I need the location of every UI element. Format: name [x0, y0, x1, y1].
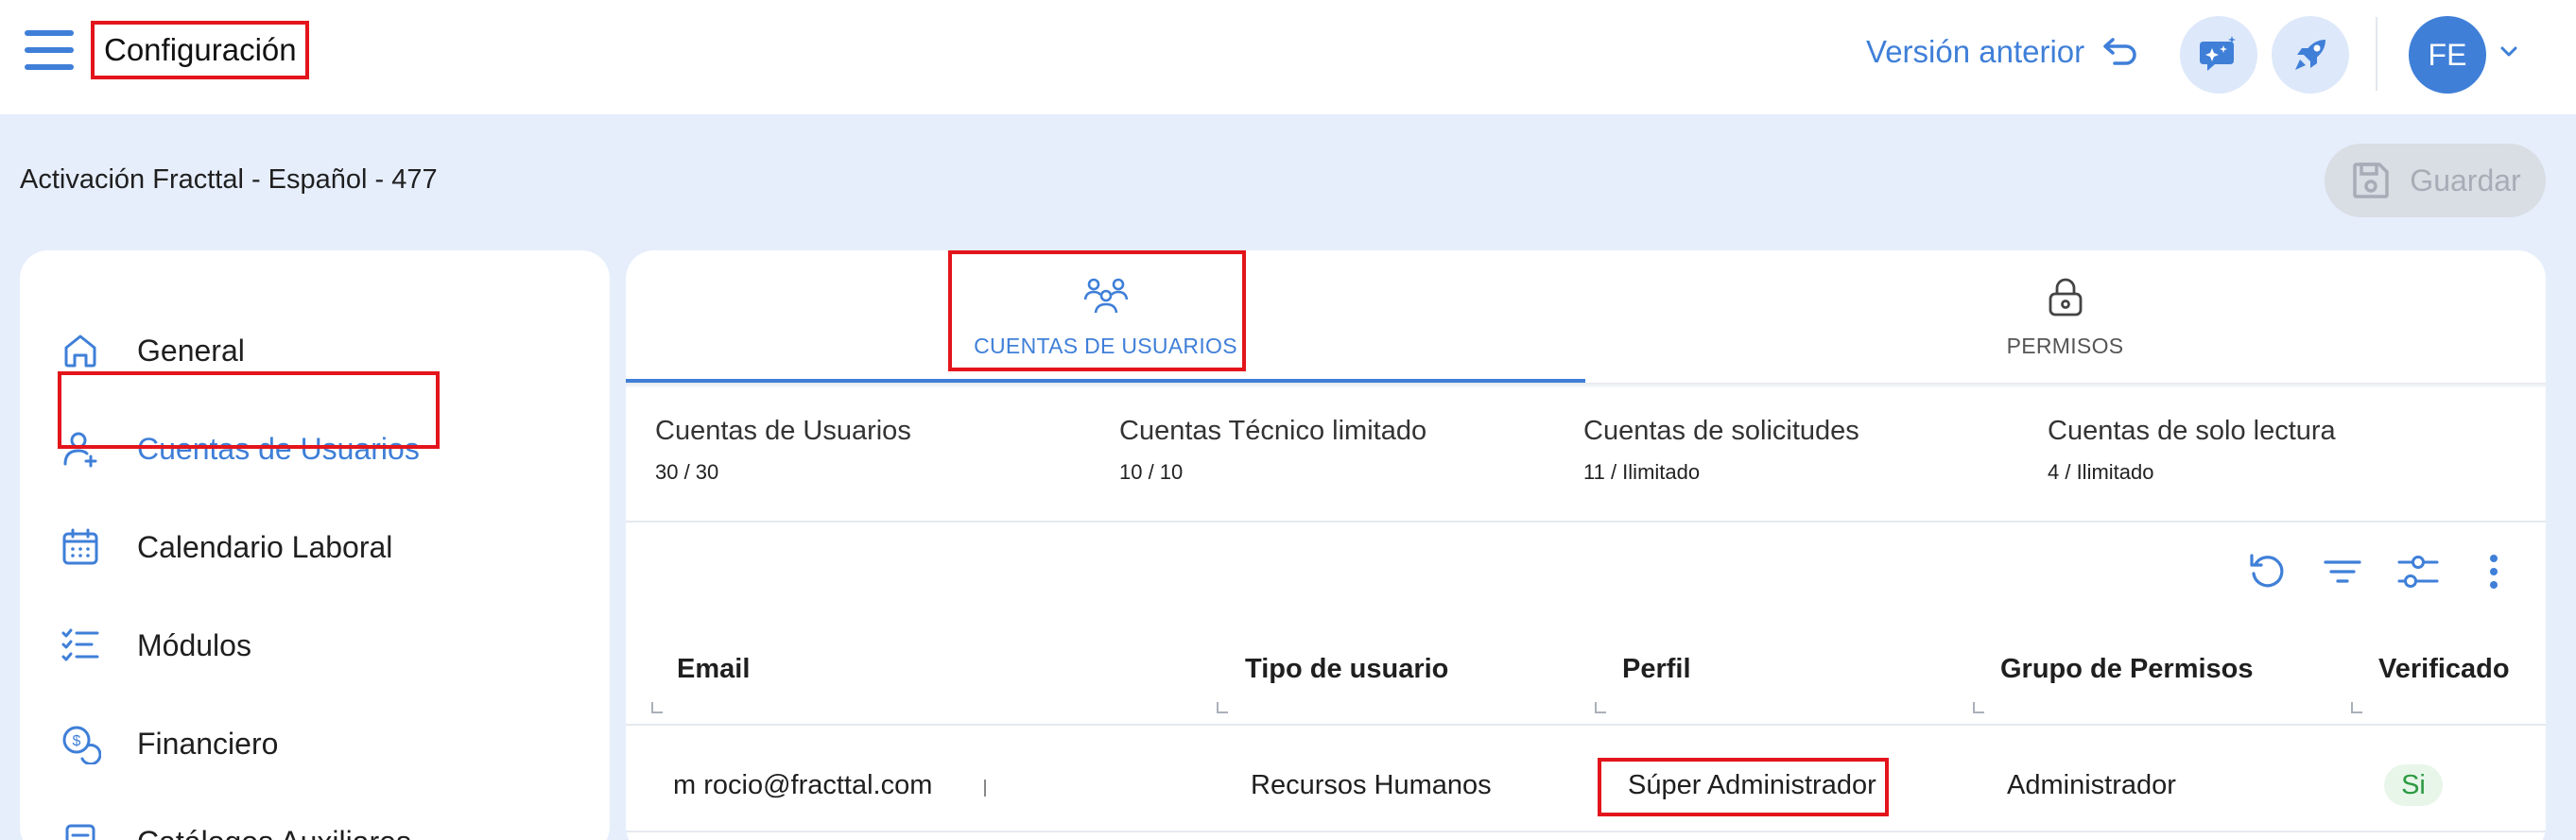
sidebar: General Cuentas de Usuarios Calendario L… [20, 250, 610, 840]
sidebar-item-modules[interactable]: Módulos [58, 608, 568, 683]
column-resize-handle[interactable] [1217, 702, 1228, 713]
rocket-icon [2295, 40, 2325, 70]
column-header-profile[interactable]: Perfil [1622, 654, 1691, 685]
chat-sparkle-icon [2200, 36, 2236, 71]
row-divider [626, 831, 2546, 832]
sliders-icon[interactable] [2394, 547, 2443, 596]
toolbar-divider [2376, 17, 2377, 91]
more-vert-icon[interactable] [2469, 547, 2518, 596]
sidebar-item-label: Financiero [137, 726, 279, 761]
menu-icon[interactable] [25, 30, 74, 72]
tab-label: PERMISOS [2006, 333, 2124, 358]
column-header-user-type[interactable]: Tipo de usuario [1245, 654, 1448, 685]
count-read-only: Cuentas de solo lectura 4 / Ilimitado [2048, 416, 2336, 485]
previous-version-link[interactable]: Versión anterior [1866, 28, 2139, 76]
count-requests: Cuentas de solicitudes 11 / Ilimitado [1583, 416, 1859, 485]
users-group-icon [1083, 278, 1128, 313]
column-resize-handle[interactable] [1973, 702, 1984, 713]
column-resize-handle[interactable] [1595, 702, 1606, 713]
tab-divider [626, 383, 2546, 388]
lock-icon [2049, 278, 2082, 316]
count-label: Cuentas Técnico limitado [1119, 416, 1427, 446]
table-row[interactable]: m rocio@fracttal.com Recursos Humanos Sú… [626, 742, 2546, 836]
save-icon [2353, 163, 2390, 198]
svg-text:$: $ [73, 733, 81, 749]
refresh-icon[interactable] [2242, 547, 2291, 596]
calendar-icon [58, 524, 103, 570]
verified-badge: Si [2384, 764, 2443, 806]
column-header-email[interactable]: Email [677, 654, 750, 685]
finance-icon: $ [58, 721, 103, 766]
sidebar-item-general[interactable]: General [58, 313, 568, 388]
cell-email: m rocio@fracttal.com [673, 770, 933, 800]
cell-permission-group: Administrador [2007, 770, 2176, 800]
account-counts: Cuentas de Usuarios 30 / 30 Cuentas Técn… [626, 416, 2546, 491]
count-label: Cuentas de solicitudes [1583, 416, 1859, 446]
sidebar-item-catalogs[interactable]: Catálogos Auxiliares [58, 804, 568, 840]
checklist-icon [58, 623, 103, 668]
count-value: 4 / Ilimitado [2048, 460, 2154, 484]
sidebar-item-financial[interactable]: $ Financiero [58, 706, 568, 781]
user-add-icon [58, 426, 103, 471]
tab-label: CUENTAS DE USUARIOS [974, 333, 1237, 358]
cell-profile: Súper Administrador [1628, 770, 1876, 800]
divider [626, 521, 2546, 523]
tab-user-accounts[interactable]: CUENTAS DE USUARIOS [626, 250, 1585, 383]
sidebar-item-user-accounts[interactable]: Cuentas de Usuarios [58, 411, 568, 487]
previous-version-label: Versión anterior [1866, 34, 2085, 69]
chat-ai-button[interactable] [2180, 16, 2257, 94]
rocket-button[interactable] [2272, 16, 2349, 94]
count-label: Cuentas de Usuarios [655, 416, 911, 446]
main-panel: CUENTAS DE USUARIOS PERMISOS Cuentas de … [626, 250, 2546, 840]
chevron-down-icon[interactable] [2496, 43, 2522, 61]
count-value: 11 / Ilimitado [1583, 460, 1701, 484]
count-user-accounts: Cuentas de Usuarios 30 / 30 [655, 416, 911, 485]
undo-icon [2103, 38, 2136, 65]
sidebar-item-label: General [137, 333, 245, 368]
count-value: 30 / 30 [655, 460, 719, 484]
count-limited-technician: Cuentas Técnico limitado 10 / 10 [1119, 416, 1426, 485]
sidebar-item-label: Calendario Laboral [137, 529, 393, 564]
sidebar-item-label: Catálogos Auxiliares [137, 825, 411, 840]
page-title: Configuración [91, 21, 309, 79]
company-name: Activación Fracttal - Español - 477 [20, 164, 438, 195]
sidebar-item-calendar[interactable]: Calendario Laboral [58, 509, 568, 585]
tab-permissions[interactable]: PERMISOS [1585, 250, 2545, 383]
column-resize-handle[interactable] [651, 702, 663, 713]
sidebar-item-label: Módulos [137, 627, 251, 662]
count-value: 10 / 10 [1119, 460, 1184, 484]
top-bar: Configuración Versión anterior FE [0, 0, 2576, 114]
home-icon [58, 328, 103, 373]
save-label: Guardar [2410, 163, 2521, 197]
count-label: Cuentas de solo lectura [2048, 416, 2336, 446]
column-header-verified[interactable]: Verificado [2378, 654, 2510, 685]
column-resize-handle[interactable] [2351, 702, 2362, 713]
table-header-divider [626, 724, 2546, 726]
column-header-permission-group[interactable]: Grupo de Permisos [2000, 654, 2254, 685]
text-cursor [984, 780, 986, 797]
filter-icon[interactable] [2318, 547, 2367, 596]
sidebar-item-label: Cuentas de Usuarios [137, 431, 420, 466]
catalog-icon [58, 819, 103, 840]
cell-user-type: Recursos Humanos [1251, 770, 1492, 800]
avatar[interactable]: FE [2409, 16, 2486, 94]
save-button[interactable]: Guardar [2325, 144, 2546, 217]
